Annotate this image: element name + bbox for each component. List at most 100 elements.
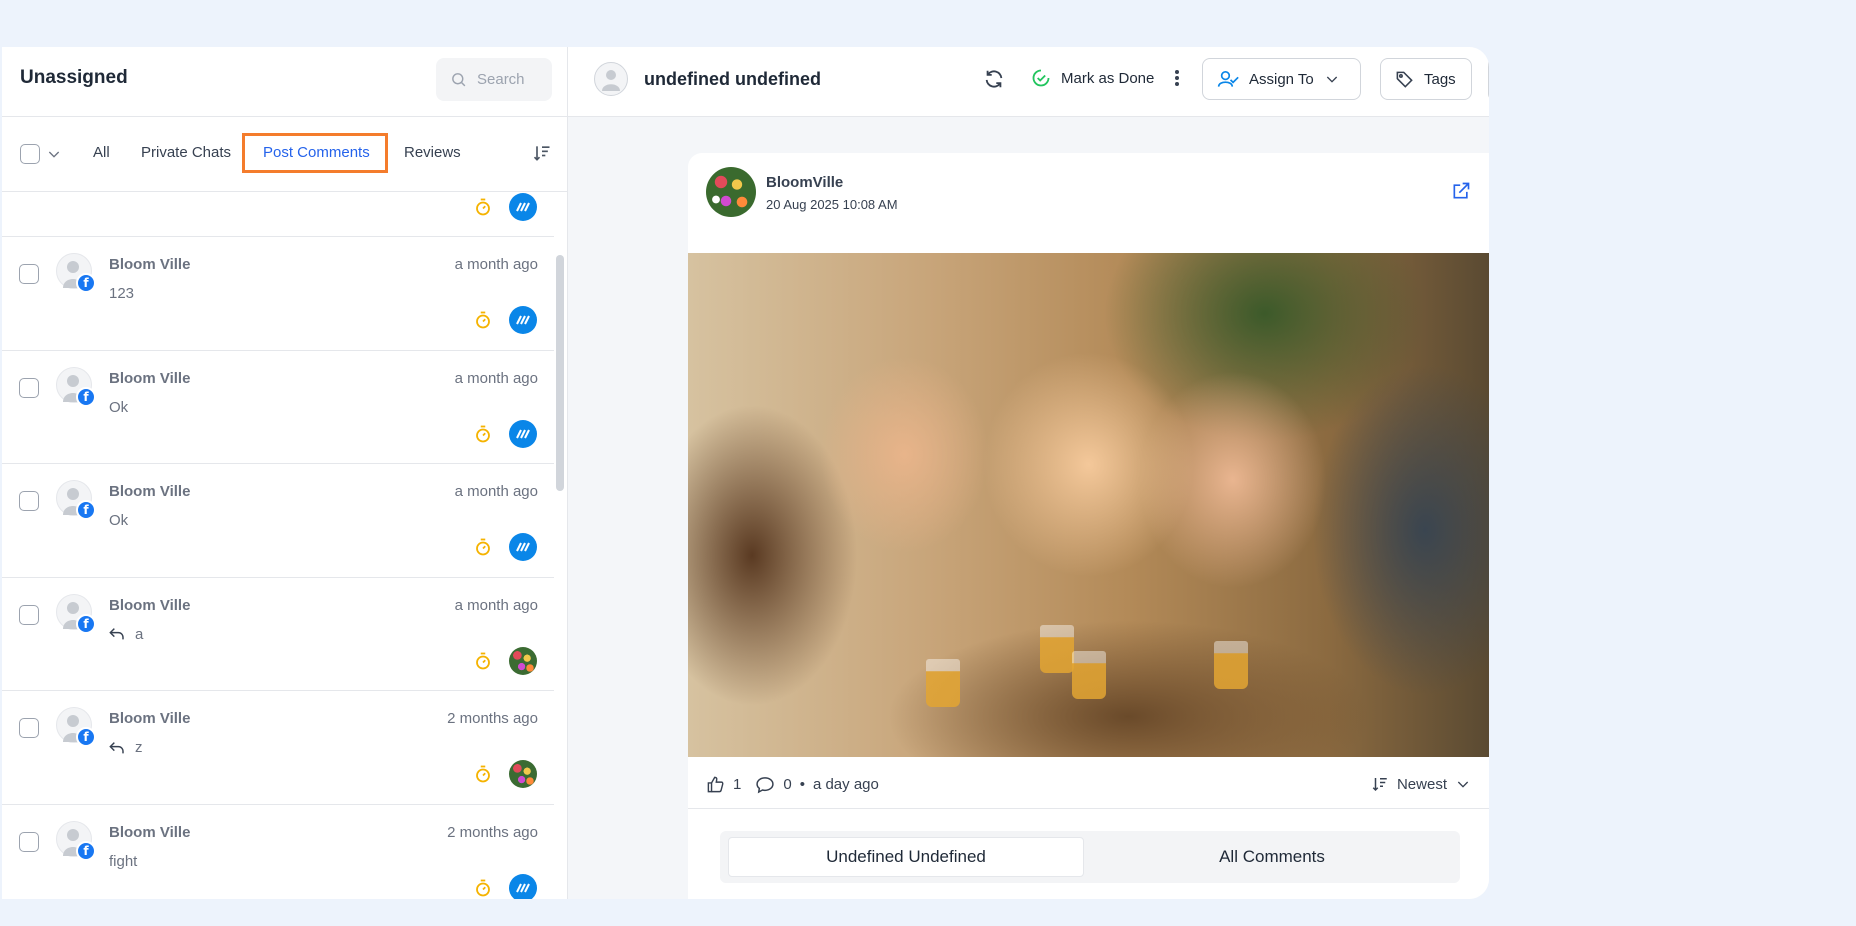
list-item[interactable]: f Bloom Ville a month ago Ok (2, 351, 554, 464)
contact-name: Bloom Ville (109, 369, 191, 387)
post-page-name: BloomVille (766, 174, 844, 191)
list-item[interactable] (2, 192, 554, 237)
conversation-list[interactable]: f Bloom Ville a month ago 123 f Bloom Ville a … (2, 192, 554, 899)
conversation-detail: undefined undefined Mark as Done Assign … (568, 47, 1489, 899)
contact-name: Bloom Ville (109, 596, 191, 614)
row-checkbox[interactable] (19, 377, 39, 398)
filter-bar: All Private Chats Post Comments Reviews (2, 117, 567, 192)
refresh-icon[interactable] (983, 68, 1005, 90)
page-avatar (509, 646, 537, 675)
comment-icon[interactable] (755, 775, 775, 794)
avatar (594, 62, 628, 96)
tab-all[interactable]: All (93, 144, 110, 161)
check-circle-icon (1032, 69, 1050, 87)
message-text: Ok (109, 398, 129, 416)
avatar: f (56, 820, 96, 861)
message-preview: Ok (109, 399, 128, 416)
contact-name: Bloom Ville (109, 823, 191, 841)
brand-logo-icon (509, 193, 537, 221)
facebook-icon: f (76, 500, 96, 520)
tab-private-chats[interactable]: Private Chats (141, 144, 231, 161)
row-checkbox[interactable] (19, 491, 39, 511)
list-item[interactable]: f Bloom Ville 2 months ago fight (2, 805, 554, 899)
row-checkbox[interactable] (19, 718, 39, 738)
list-scrollbar[interactable] (556, 255, 564, 491)
message-preview: Ok (109, 512, 128, 529)
message-time: a month ago (454, 369, 538, 387)
timer-icon (476, 425, 490, 442)
row-checkbox[interactable] (19, 604, 39, 625)
contact-name: Bloom Ville (109, 710, 191, 727)
page-avatar (509, 760, 537, 788)
message-text: 123 (109, 285, 135, 302)
facebook-icon: f (76, 840, 96, 861)
contact-name: Bloom Ville (109, 483, 191, 500)
message-time: a month ago (454, 256, 538, 273)
facebook-icon: f (76, 613, 96, 634)
avatar: f (56, 253, 96, 293)
post-stats: 1 0 • a day ago (706, 775, 879, 794)
glass-shape (1040, 625, 1074, 673)
list-item[interactable]: f Bloom Ville a month ago 123 (2, 237, 554, 351)
assign-to-button[interactable]: Assign To (1202, 58, 1361, 100)
tags-label: Tags (1424, 70, 1456, 88)
message-preview: a (109, 626, 143, 643)
toggle-option-all-comments[interactable]: All Comments (1094, 837, 1450, 877)
app-window: Unassigned All Private Chats Post Commen… (2, 47, 1489, 899)
timer-icon (476, 311, 490, 329)
conversation-panel-header: Unassigned (2, 47, 567, 117)
row-checkbox[interactable] (19, 831, 39, 852)
assign-to-label: Assign To (1249, 70, 1314, 88)
message-text: z (135, 739, 143, 756)
thumbs-up-icon[interactable] (706, 775, 725, 794)
reply-icon (109, 741, 124, 753)
post-image (688, 253, 1489, 757)
divider (688, 808, 1489, 809)
tab-post-comments[interactable]: Post Comments (263, 144, 370, 161)
search-box[interactable] (436, 58, 552, 101)
timer-icon (476, 538, 490, 556)
list-item[interactable]: f Bloom Ville a month ago Ok (2, 464, 554, 578)
tab-reviews[interactable]: Reviews (404, 144, 461, 161)
facebook-icon: f (76, 273, 96, 293)
avatar: f (56, 707, 96, 747)
sort-icon[interactable] (532, 143, 552, 163)
row-checkbox[interactable] (19, 264, 39, 284)
post-card: BloomVille 20 Aug 2025 10:08 AM 1 0 • a … (688, 153, 1489, 899)
detail-header: undefined undefined Mark as Done Assign … (568, 47, 1489, 117)
message-time: a month ago (454, 596, 538, 614)
chevron-down-icon (1326, 76, 1337, 83)
avatar: f (56, 480, 96, 520)
more-options-icon[interactable] (1174, 69, 1180, 87)
message-preview: fight (109, 853, 137, 870)
external-link-icon[interactable] (1451, 181, 1471, 201)
glass-shape (1072, 651, 1106, 699)
avatar: f (56, 366, 96, 407)
chevron-down-icon[interactable] (46, 146, 62, 162)
toggle-option-user[interactable]: Undefined Undefined (728, 837, 1084, 877)
timer-icon (476, 198, 490, 216)
overflow-button-edge[interactable] (1488, 58, 1489, 100)
message-preview: z (109, 739, 143, 756)
search-icon (452, 73, 466, 87)
brand-logo-icon (509, 873, 537, 899)
contact-name: undefined undefined (644, 69, 821, 89)
list-item[interactable]: f Bloom Ville a month ago a (2, 578, 554, 691)
likes-count: 1 (733, 776, 742, 793)
mark-as-done-label: Mark as Done (1061, 69, 1155, 87)
comment-filter-toggle: Undefined Undefined All Comments (720, 831, 1460, 883)
mark-as-done-button[interactable]: Mark as Done (1031, 68, 1154, 88)
search-input[interactable] (477, 71, 547, 88)
sort-dropdown[interactable]: Newest (1371, 775, 1471, 793)
brand-logo-icon (509, 306, 537, 334)
message-time: 2 months ago (447, 823, 538, 841)
select-all-checkbox[interactable] (20, 144, 40, 164)
message-time: a month ago (454, 483, 538, 500)
timer-icon (476, 765, 490, 783)
tags-button[interactable]: Tags (1380, 58, 1472, 100)
stats-separator: • (799, 776, 805, 793)
list-item[interactable]: f Bloom Ville 2 months ago z (2, 691, 554, 805)
avatar: f (56, 593, 96, 634)
contact-name: Bloom Ville (109, 256, 191, 273)
message-preview: 123 (109, 285, 134, 302)
